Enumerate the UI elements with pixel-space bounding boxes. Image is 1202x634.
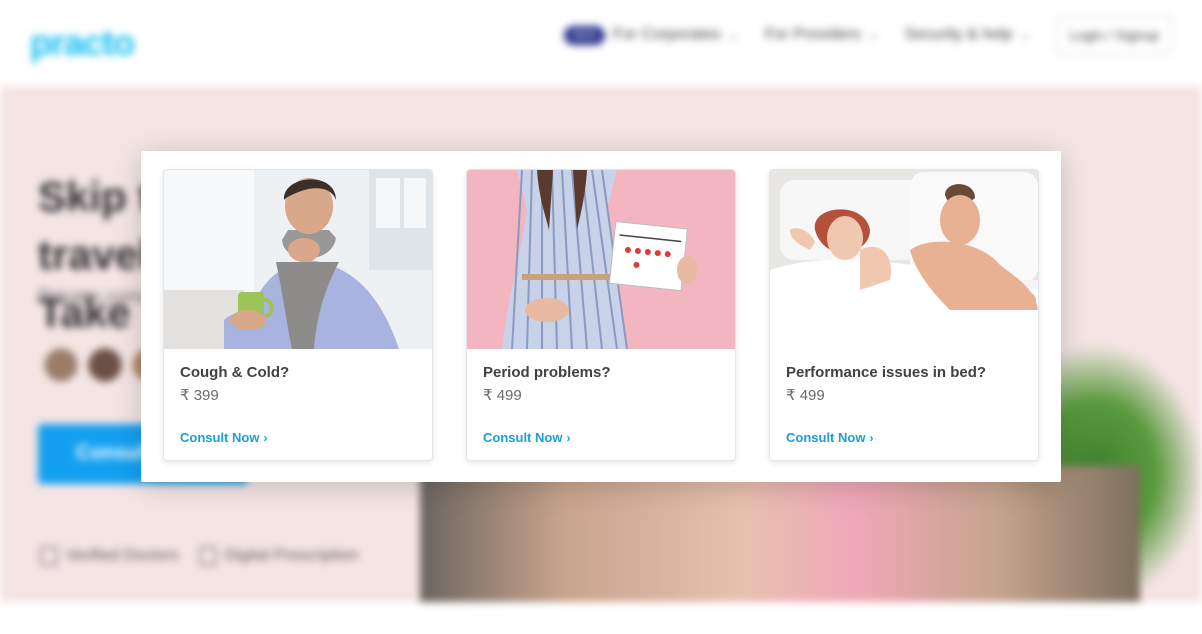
price-value: 399 xyxy=(193,387,219,404)
consult-card-cough-cold[interactable]: Cough & Cold? ₹ 399 Consult Now › xyxy=(163,169,433,461)
avatar xyxy=(86,346,124,384)
nav-item-label: For Corporates xyxy=(613,26,721,43)
card-price: ₹ 499 xyxy=(786,386,825,404)
consult-card-performance-issues[interactable]: Performance issues in bed? ₹ 499 Consult… xyxy=(769,169,1039,461)
chevron-right-icon: › xyxy=(869,430,874,445)
nav-item-label: For Providers xyxy=(764,26,861,43)
nav-item-label: Security & help xyxy=(904,26,1013,43)
nav-items: NEW For Corporates ⌄ For Providers ⌄ Sec… xyxy=(563,16,1172,54)
navbar: practo NEW For Corporates ⌄ For Provider… xyxy=(0,0,1202,86)
nav-item-corporates[interactable]: NEW For Corporates ⌄ xyxy=(563,25,739,45)
card-title: Performance issues in bed? xyxy=(786,364,987,381)
hero-features: Verified Doctors Digital Prescription xyxy=(40,546,358,566)
card-price: ₹ 399 xyxy=(180,386,219,404)
feature-verified-doctors: Verified Doctors xyxy=(40,546,179,566)
consult-card-period-problems[interactable]: Period problems? ₹ 499 Consult Now › xyxy=(466,169,736,461)
woman-with-calendar-illustration xyxy=(467,170,735,349)
chevron-right-icon: › xyxy=(566,430,571,445)
card-title: Period problems? xyxy=(483,364,611,381)
rupee-icon: ₹ xyxy=(483,387,493,404)
card-title: Cough & Cold? xyxy=(180,364,290,381)
chevron-down-icon: ⌄ xyxy=(868,28,879,42)
price-value: 499 xyxy=(496,387,522,404)
rupee-icon: ₹ xyxy=(786,387,796,404)
consult-now-link[interactable]: Consult Now › xyxy=(786,430,873,445)
feature-label: Verified Doctors xyxy=(66,547,179,564)
consult-now-label: Consult Now xyxy=(786,430,866,445)
consult-now-link[interactable]: Consult Now › xyxy=(180,430,267,445)
logo-text: practo xyxy=(30,22,135,63)
chevron-down-icon: ⌄ xyxy=(1020,28,1031,42)
rupee-icon: ₹ xyxy=(180,387,190,404)
feature-digital-prescription: Digital Prescription xyxy=(198,546,359,566)
price-value: 499 xyxy=(799,387,825,404)
man-with-cold-photo xyxy=(164,170,432,349)
hero-photo xyxy=(420,466,1140,602)
chevron-right-icon: › xyxy=(263,430,268,445)
consult-modal: Cough & Cold? ₹ 399 Consult Now › Period… xyxy=(141,151,1061,482)
woman-with-calendar-photo xyxy=(467,170,735,349)
page-bottom-strip xyxy=(0,602,1202,634)
consult-now-label: Consult Now xyxy=(180,430,260,445)
nav-item-security-help[interactable]: Security & help ⌄ xyxy=(905,26,1031,44)
consult-now-link[interactable]: Consult Now › xyxy=(483,430,570,445)
nav-item-providers[interactable]: For Providers ⌄ xyxy=(765,26,879,44)
card-price: ₹ 499 xyxy=(483,386,522,404)
couple-in-bed-photo xyxy=(770,170,1038,349)
login-signup-button[interactable]: Login / Signup xyxy=(1056,16,1172,54)
shield-icon xyxy=(40,546,58,566)
practo-logo[interactable]: practo xyxy=(30,22,135,64)
new-badge: NEW xyxy=(563,25,606,45)
consult-now-label: Consult Now xyxy=(483,430,563,445)
man-with-cold-illustration xyxy=(164,170,432,349)
avatar xyxy=(42,346,80,384)
feature-label: Digital Prescription xyxy=(224,547,359,564)
couple-in-bed-illustration xyxy=(770,170,1038,349)
prescription-icon xyxy=(198,546,217,566)
chevron-down-icon: ⌄ xyxy=(728,28,739,42)
